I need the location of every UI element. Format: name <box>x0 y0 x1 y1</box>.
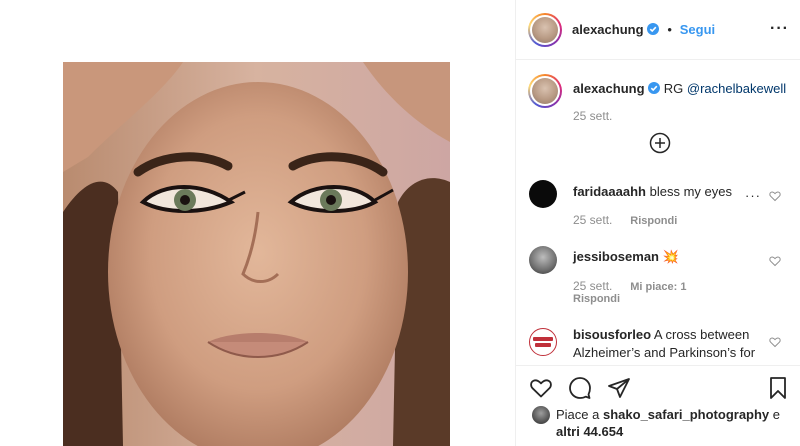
comment-icon[interactable] <box>568 376 592 400</box>
bookmark-icon[interactable] <box>766 376 790 400</box>
commenter-avatar[interactable] <box>529 328 557 356</box>
media-panel <box>0 0 515 446</box>
like-comment-icon[interactable] <box>769 255 781 267</box>
verified-badge-icon <box>647 23 660 35</box>
like-comment-icon[interactable] <box>769 190 781 202</box>
header-title: alexachung • Segui <box>572 21 715 37</box>
reply-button[interactable]: Rispondi <box>630 215 677 227</box>
caption-mention[interactable]: @rachelbakewell <box>687 81 786 96</box>
likes-prefix: Piace a <box>556 407 600 422</box>
brand-logo-icon <box>531 330 555 354</box>
comment-date: 25 sett. <box>573 213 613 227</box>
comment-body: bless my eyes <box>649 184 732 199</box>
comment-date: 25 sett. <box>573 279 613 293</box>
post-sidebar: alexachung • Segui ··· alexachung RG @ra… <box>515 0 800 446</box>
comment-body: 💥 <box>662 249 679 264</box>
comment-likes-count[interactable]: Mi piace: 1 <box>630 281 686 293</box>
caption-date: 25 sett. <box>573 109 613 123</box>
comment-username[interactable]: jessiboseman <box>573 249 659 264</box>
post-photo[interactable] <box>63 62 450 446</box>
comment-text: bisousforleo A cross between Alzheimer’s… <box>573 326 783 362</box>
caption-avatar[interactable] <box>528 74 562 108</box>
more-options-icon[interactable]: ··· <box>770 20 789 38</box>
heart-icon[interactable] <box>529 376 553 400</box>
separator-dot: • <box>667 22 672 37</box>
like-comment-icon[interactable] <box>769 336 781 348</box>
comment-text: jessiboseman 💥 <box>573 248 679 266</box>
author-avatar[interactable] <box>528 13 562 47</box>
comment-text: faridaaaahh bless my eyes <box>573 183 732 201</box>
caption-text: alexachung RG @rachelbakewell <box>573 80 786 98</box>
comment-meta: 25 sett. Mi piace: 1 <box>573 277 687 293</box>
likes-summary: Piace a shako_safari_photography e altri… <box>556 406 786 440</box>
portrait-image <box>63 62 450 446</box>
likes-others-link[interactable]: altri 44.654 <box>556 424 623 439</box>
author-username[interactable]: alexachung <box>572 22 644 37</box>
comment-options-icon[interactable]: ··· <box>745 188 761 203</box>
comment-meta: 25 sett. Rispondi <box>573 211 677 227</box>
likes-connector: e <box>772 407 781 422</box>
caption-username[interactable]: alexachung <box>573 81 645 96</box>
reply-button[interactable]: Rispondi <box>573 293 620 305</box>
comment-username[interactable]: bisousforleo <box>573 327 651 342</box>
commenter-avatar[interactable] <box>529 246 557 274</box>
verified-badge-icon <box>648 82 661 94</box>
liker-username[interactable]: shako_safari_photography <box>603 407 769 422</box>
follow-button[interactable]: Segui <box>680 22 715 37</box>
load-more-comments-icon[interactable] <box>649 132 671 154</box>
comment-username[interactable]: faridaaaahh <box>573 184 646 199</box>
caption-body: RG <box>663 81 684 96</box>
commenter-avatar[interactable] <box>529 180 557 208</box>
share-icon[interactable] <box>607 376 631 400</box>
post-header: alexachung • Segui ··· <box>516 0 800 60</box>
liker-avatar[interactable] <box>532 406 550 424</box>
